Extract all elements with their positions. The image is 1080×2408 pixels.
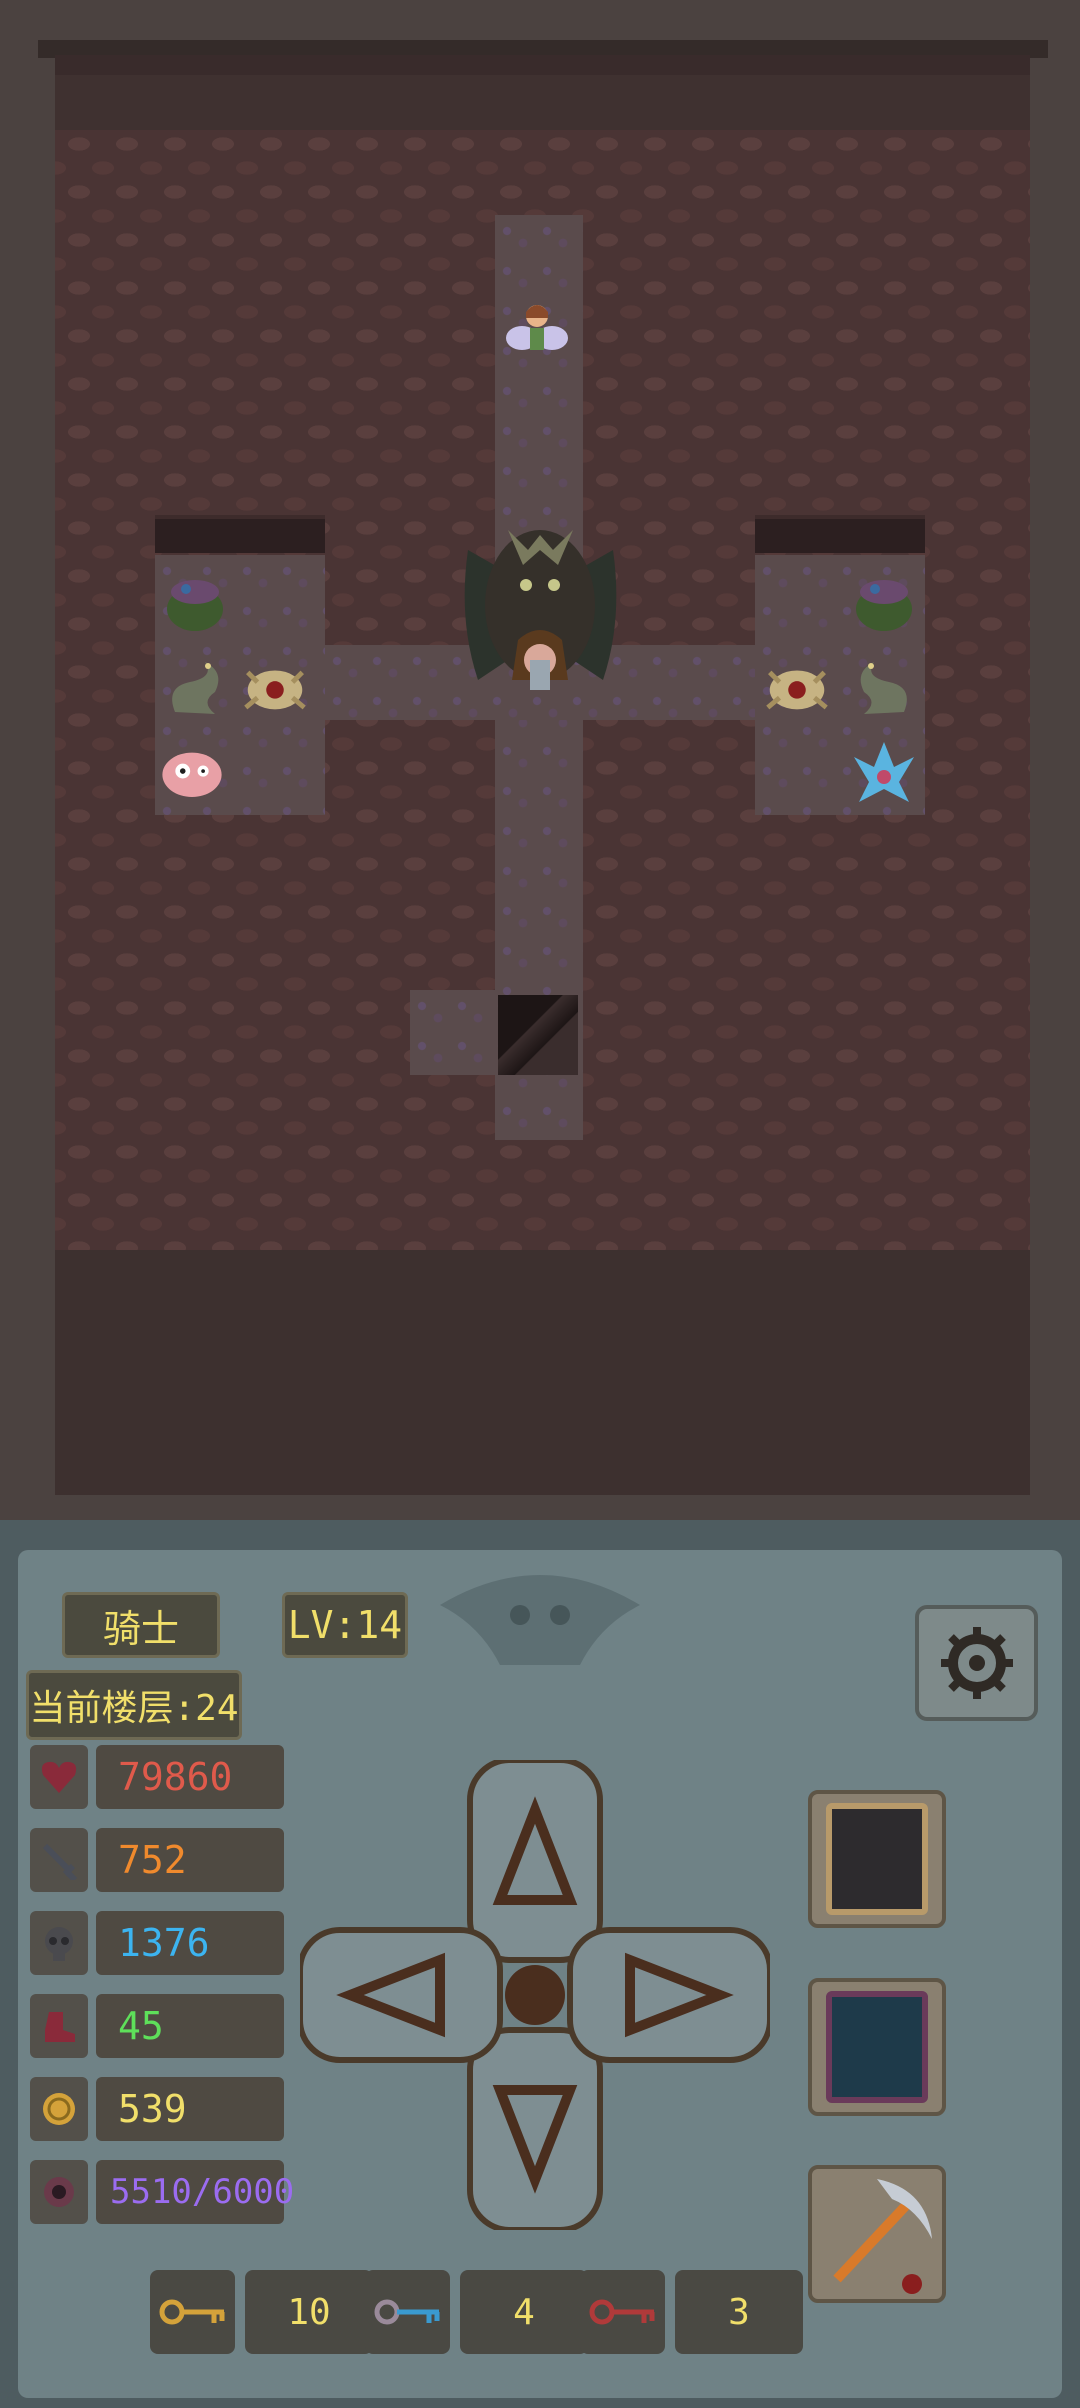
slime-cauldron-icon [167, 580, 223, 631]
defense-value: 1376 [96, 1911, 284, 1975]
gold-value: 539 [96, 2077, 284, 2141]
experience-value: 5510/6000 [96, 2160, 294, 2224]
pickaxe-slot[interactable] [808, 2165, 946, 2303]
demon-lord-boss-sprite[interactable] [448, 510, 633, 700]
speed-value: 45 [96, 1994, 284, 2058]
serpent-right-sprite[interactable] [847, 650, 921, 724]
hp-value: 79860 [96, 1745, 284, 1809]
floor-label: 当前楼层:24 [26, 1670, 242, 1740]
yellow-key-icon [150, 2270, 235, 2354]
slime-cauldron-right-sprite[interactable] [847, 565, 921, 639]
red-key-icon [580, 2270, 665, 2354]
spider-bug-left-sprite[interactable] [238, 650, 312, 724]
stairs-down[interactable] [498, 995, 578, 1075]
monster-book-slot[interactable] [808, 1978, 946, 2116]
orb-icon [30, 2160, 88, 2224]
heart-icon [30, 1745, 88, 1809]
dpad-right-button[interactable] [567, 1927, 770, 2063]
coin-icon [30, 2077, 88, 2141]
serpent-left-sprite[interactable] [158, 650, 232, 724]
dpad-left-button[interactable] [300, 1927, 503, 2063]
stat-gold: 539 [30, 2077, 285, 2141]
stat-experience: 5510/6000 [30, 2160, 294, 2224]
fairy-npc-sprite[interactable] [500, 296, 574, 370]
level-label: LV:14 [282, 1592, 408, 1658]
pink-brain-icon [162, 752, 222, 797]
serpent-icon [860, 662, 907, 714]
ice-crystal-monster-sprite[interactable] [847, 735, 921, 809]
skull-ornament-icon [440, 1575, 640, 1665]
lower-side-floor [410, 990, 498, 1075]
dpad-down-button[interactable] [467, 2027, 603, 2230]
slime-cauldron-icon [856, 580, 912, 631]
attack-value: 752 [96, 1828, 284, 1892]
demon-lord-icon [464, 530, 617, 690]
slime-cauldron-left-sprite[interactable] [158, 565, 232, 639]
gear-icon [940, 1627, 1013, 1699]
ice-crystal-icon [854, 742, 914, 802]
pink-brain-monster-sprite[interactable] [155, 735, 229, 809]
stat-defense: 1376 [30, 1911, 285, 1975]
dark-portal-slot[interactable] [808, 1790, 946, 1928]
left-room-wall [155, 515, 325, 553]
dungeon-frame [0, 0, 1080, 1520]
spider-bug-icon [766, 670, 828, 710]
class-name-label: 骑士 [62, 1592, 220, 1658]
stat-speed: 45 [30, 1994, 285, 2058]
yellow-key-count: 10 [245, 2270, 373, 2354]
skull-shield-icon [30, 1911, 88, 1975]
settings-button[interactable] [915, 1605, 1038, 1721]
top-wall [55, 75, 1030, 130]
blue-key-icon [365, 2270, 450, 2354]
dpad-center [505, 1965, 565, 2025]
stat-attack: 752 [30, 1828, 285, 1892]
boot-icon [30, 1994, 88, 2058]
dpad [300, 1760, 770, 2230]
stat-hp: 79860 [30, 1745, 285, 1809]
fairy-npc-icon [506, 305, 568, 350]
dpad-up-button[interactable] [467, 1760, 603, 1963]
pickaxe-icon [833, 2179, 932, 2294]
red-key-count: 3 [675, 2270, 803, 2354]
serpent-icon [172, 662, 219, 714]
spider-bug-right-sprite[interactable] [760, 650, 834, 724]
sword-icon [30, 1828, 88, 1892]
spider-bug-icon [244, 670, 306, 710]
right-room-wall [755, 515, 925, 553]
blue-key-count: 4 [460, 2270, 588, 2354]
bottom-wall [55, 1250, 1030, 1495]
dark-portal-icon [826, 1803, 928, 1915]
monster-book-icon [826, 1991, 928, 2103]
